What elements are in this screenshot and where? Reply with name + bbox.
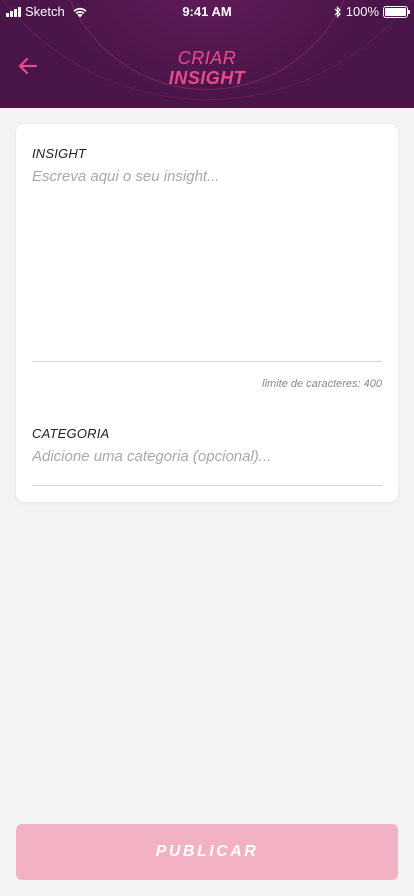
page-title-line2: INSIGHT [168, 68, 246, 88]
bluetooth-icon [334, 6, 341, 18]
char-limit-hint: limite de caracteres: 400 [262, 378, 382, 390]
insight-textarea[interactable] [32, 166, 382, 362]
category-label: CATEGORIA [32, 426, 110, 441]
page-title: CRIAR INSIGHT [0, 48, 414, 88]
category-input[interactable] [32, 446, 382, 486]
insight-form-card: INSIGHT limite de caracteres: 400 CATEGO… [16, 124, 398, 502]
page-title-line1: CRIAR [177, 48, 237, 68]
insight-label: INSIGHT [32, 146, 87, 161]
status-right: 100% [334, 4, 410, 19]
battery-percent: 100% [345, 4, 379, 19]
battery-icon [383, 6, 410, 18]
publish-button[interactable]: PUBLICAR [16, 824, 398, 880]
header: Sketch 9:41 AM 100% CRIAR INSIGHT [0, 0, 414, 108]
status-bar: Sketch 9:41 AM 100% [0, 0, 414, 24]
